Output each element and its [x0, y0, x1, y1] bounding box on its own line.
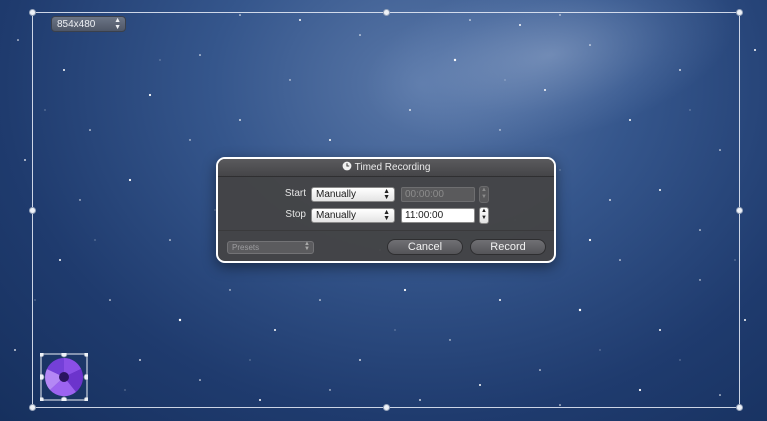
start-mode-popup[interactable]: Manually ▲ ▼: [311, 187, 395, 202]
start-time-stepper[interactable]: ▲ ▼: [479, 186, 489, 203]
clock-icon: [342, 160, 352, 177]
start-time-value: 00:00:00: [405, 189, 444, 200]
resize-handle-bottom-right[interactable]: [736, 404, 743, 411]
stop-label: Stop: [285, 209, 306, 220]
stop-time-field[interactable]: 11:00:00: [401, 208, 475, 223]
presets-popup[interactable]: Presets ▲ ▼: [227, 241, 314, 254]
up-down-arrows-icon: ▲ ▼: [304, 241, 310, 252]
up-down-arrows-icon: ▲ ▼: [114, 17, 121, 31]
resize-handle-top[interactable]: [383, 9, 390, 16]
start-time-field[interactable]: 00:00:00: [401, 187, 475, 202]
stop-time-value: 11:00:00: [405, 210, 444, 221]
resize-handle-top-left[interactable]: [29, 9, 36, 16]
stop-mode-value: Manually: [316, 210, 357, 221]
resize-handle-left[interactable]: [29, 207, 36, 214]
up-down-arrows-icon: ▲ ▼: [383, 209, 390, 222]
stop-mode-popup[interactable]: Manually ▲ ▼: [311, 208, 395, 223]
resize-handle-right[interactable]: [736, 207, 743, 214]
dialog-divider: [218, 230, 554, 231]
record-button[interactable]: Record: [470, 239, 546, 255]
stop-time-stepper[interactable]: ▲ ▼: [479, 207, 489, 224]
resize-handle-top-right[interactable]: [736, 9, 743, 16]
start-label: Start: [284, 188, 306, 199]
up-down-arrows-icon: ▲ ▼: [383, 188, 390, 201]
dialog-titlebar: Timed Recording: [218, 159, 554, 177]
presets-label: Presets: [232, 243, 260, 252]
timed-recording-dialog: Timed Recording Start Manually ▲ ▼ 00:00:…: [216, 157, 556, 263]
resolution-select[interactable]: 854x480 ▲ ▼: [51, 16, 126, 32]
cancel-button[interactable]: Cancel: [387, 239, 463, 255]
start-mode-value: Manually: [316, 189, 357, 200]
resolution-value: 854x480: [57, 19, 96, 30]
resize-handle-bottom-left[interactable]: [29, 404, 36, 411]
resize-handle-bottom[interactable]: [383, 404, 390, 411]
dialog-title: Timed Recording: [354, 162, 431, 173]
app-logo-icon[interactable]: [40, 353, 88, 401]
